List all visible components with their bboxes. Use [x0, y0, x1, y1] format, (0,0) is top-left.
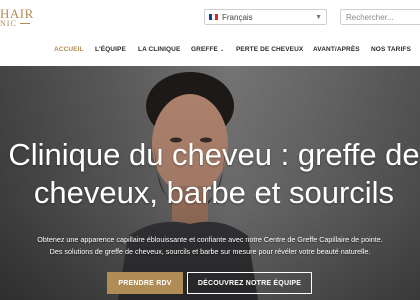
hero-subtitle-line2: Des solutions de greffe de cheveux, sour…: [49, 247, 371, 256]
logo-subtext-label: NIC: [0, 19, 17, 28]
book-appointment-button[interactable]: PRENDRE RDV: [107, 272, 183, 294]
nav-item-clinique[interactable]: LA CLINIQUE: [138, 46, 180, 53]
main-nav: ACCUEIL L'ÉQUIPE LA CLINIQUE GREFFE ⌄ PER…: [0, 46, 420, 56]
chevron-down-icon: ▼: [315, 13, 322, 21]
nav-item-tarifs[interactable]: NOS TARIFS: [371, 46, 411, 53]
nav-item-perte[interactable]: PERTE DE CHEVEUX: [236, 46, 303, 53]
nav-item-accueil[interactable]: ACCUEIL: [54, 46, 84, 53]
hero-title-line2: cheveux, barbe et sourcils: [33, 175, 395, 210]
hero-subtitle-line1: Obtenez une apparence capillaire éblouis…: [37, 235, 383, 244]
nav-item-avant-apres[interactable]: AVANT/APRÈS: [313, 46, 360, 53]
nav-item-equipe[interactable]: L'ÉQUIPE: [95, 46, 126, 53]
search-input[interactable]: [340, 9, 420, 25]
site-header: HAIR NIC Français ▼ ACCUEIL L'ÉQUIPE LA …: [0, 0, 420, 66]
nav-item-greffe-label: GREFFE: [191, 46, 218, 53]
language-label: Français: [222, 12, 253, 22]
chevron-down-icon: ⌄: [219, 47, 225, 53]
hero-section: Clinique du cheveu : greffe de cheveux, …: [0, 66, 420, 300]
discover-team-button[interactable]: DÉCOUVREZ NOTRE ÉQUIPE: [187, 272, 312, 294]
nav-item-greffe[interactable]: GREFFE ⌄: [191, 46, 224, 53]
hero-title: Clinique du cheveu : greffe de cheveux, …: [0, 136, 420, 212]
logo-rule: [19, 23, 30, 24]
hero-title-line1: Clinique du cheveu : greffe de: [8, 137, 420, 172]
french-flag-icon: [209, 14, 218, 20]
language-select[interactable]: Français ▼: [204, 9, 327, 25]
logo-subtext: NIC: [0, 19, 30, 28]
